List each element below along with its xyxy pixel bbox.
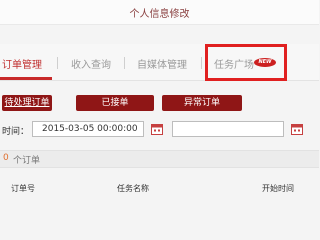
tab-divider <box>57 57 58 69</box>
order-count-bar: 0 个订单 <box>0 150 319 168</box>
tab-income-query[interactable]: 收入查询 <box>71 56 111 71</box>
column-header-start-time: 开始时间 <box>262 184 294 193</box>
time-label: 时间： <box>2 127 30 137</box>
accepted-orders-label: 已接单 <box>101 98 129 108</box>
abnormal-orders-button[interactable]: 异常订单 <box>162 95 242 111</box>
tab-self-media-management[interactable]: 自媒体管理 <box>137 56 187 71</box>
column-header-order-no: 订单号 <box>11 184 35 193</box>
order-count: 0 <box>3 153 9 163</box>
accepted-orders-button[interactable]: 已接单 <box>76 95 154 111</box>
calendar-icon[interactable] <box>291 123 303 135</box>
highlight-box <box>205 44 287 81</box>
page-title: 个人信息修改 <box>129 9 190 20</box>
calendar-icon[interactable] <box>151 123 163 135</box>
top-bar: 个人信息修改 <box>0 0 319 25</box>
tab-divider <box>124 57 125 69</box>
end-time-input[interactable] <box>172 121 284 137</box>
active-tab-indicator <box>0 77 52 80</box>
abnormal-orders-label: 异常订单 <box>183 98 220 108</box>
tab-divider <box>201 57 202 69</box>
pending-orders-button[interactable]: 待处理订单 <box>2 95 52 111</box>
start-time-input[interactable] <box>32 121 144 137</box>
column-header-task-name: 任务名称 <box>117 184 149 193</box>
tab-order-management[interactable]: 订单管理 <box>2 56 42 71</box>
pending-orders-label: 待处理订单 <box>4 98 50 108</box>
order-count-label: 个订单 <box>13 156 41 166</box>
